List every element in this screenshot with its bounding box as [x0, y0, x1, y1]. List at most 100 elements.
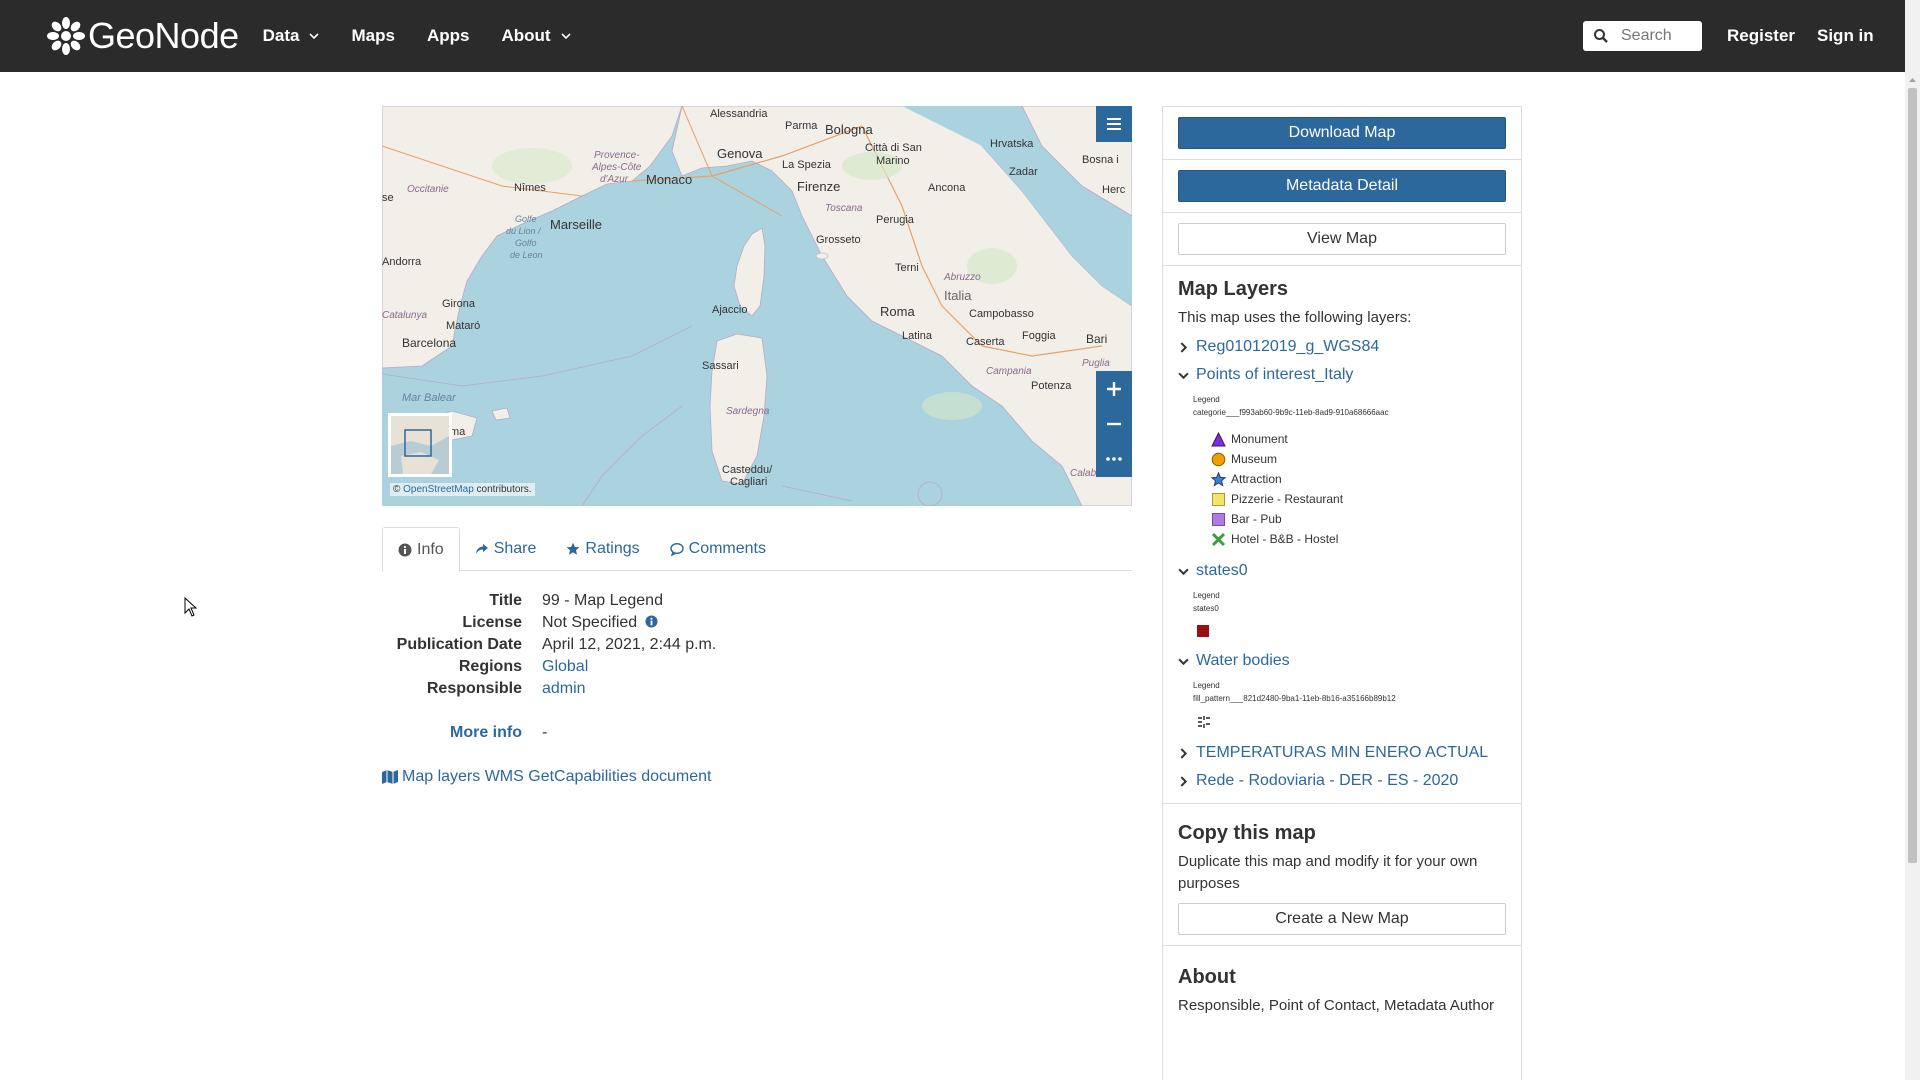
nav-data[interactable]: Data: [263, 26, 320, 46]
map-label: Marseille: [550, 217, 603, 232]
map-label: Sardegna: [726, 406, 770, 417]
map-label: Toscana: [825, 203, 863, 214]
layer-item[interactable]: Reg01012019_g_WGS84: [1178, 333, 1506, 361]
layer-item[interactable]: Rede - Rodoviaria - DER - ES - 2020: [1178, 767, 1506, 795]
layer-item[interactable]: Water bodies: [1178, 647, 1506, 675]
chevron-down-icon: [1178, 568, 1189, 575]
map-label: Italia: [944, 288, 972, 303]
layer-item[interactable]: Points of interest_Italy: [1178, 361, 1506, 389]
scroll-up-arrow-icon[interactable]: [1905, 72, 1920, 88]
openstreetmap-link[interactable]: OpenStreetMap: [403, 484, 474, 495]
tab-info[interactable]: Info: [382, 527, 460, 572]
map-label: d'Azur: [600, 174, 629, 185]
map-more-button[interactable]: [1096, 441, 1132, 477]
layer-item[interactable]: TEMPERATURAS MIN ENERO ACTUAL: [1178, 739, 1506, 767]
map-label: Bosna i: [1082, 154, 1119, 166]
map-label: se: [382, 192, 394, 204]
map-label: Casteddu/: [722, 464, 773, 476]
plus-icon: [1107, 382, 1121, 396]
legend-item: Museum: [1211, 449, 1506, 469]
info-key: License: [462, 614, 522, 631]
nav-maps[interactable]: Maps: [351, 26, 394, 46]
layer-link[interactable]: Points of interest_Italy: [1196, 366, 1353, 384]
overview-minimap[interactable]: [388, 413, 452, 477]
download-map-button[interactable]: Download Map: [1178, 117, 1506, 149]
map-layers-menu-button[interactable]: [1096, 106, 1132, 142]
info-row-more-info: More info -: [382, 722, 1132, 744]
responsible-link[interactable]: admin: [542, 680, 586, 697]
layer-link[interactable]: states0: [1196, 562, 1248, 580]
zoom-in-button[interactable]: [1096, 371, 1132, 407]
share-icon: [475, 544, 488, 554]
map-layers-title: Map Layers: [1178, 278, 1289, 300]
map-label: Campobasso: [969, 308, 1034, 320]
search-icon[interactable]: [1593, 28, 1609, 44]
map-label: Potenza: [1031, 380, 1072, 392]
tab-comments[interactable]: Comments: [655, 527, 781, 571]
page-scrollbar[interactable]: [1905, 0, 1920, 1080]
nav-about[interactable]: About: [501, 26, 571, 46]
view-map-button[interactable]: View Map: [1178, 223, 1506, 255]
layer-item[interactable]: states0: [1178, 557, 1506, 585]
brand[interactable]: GeoNode: [46, 15, 239, 57]
legend-items: Monument Museum Attraction Pizzerie - Re…: [1211, 429, 1506, 549]
layer-link[interactable]: Rede - Rodoviaria - DER - ES - 2020: [1196, 772, 1458, 790]
comment-icon: [669, 542, 684, 556]
map-label: Herc: [1102, 184, 1126, 196]
map-label: Perugia: [876, 214, 914, 226]
search-input[interactable]: [1621, 27, 1701, 45]
region-link[interactable]: Global: [542, 658, 588, 675]
signin-link[interactable]: Sign in: [1817, 0, 1874, 72]
about-section: About Responsible, Point of Contact, Met…: [1163, 946, 1521, 1028]
legend-item-label: Museum: [1231, 451, 1278, 466]
chevron-down-icon: [1178, 658, 1189, 665]
nav-apps[interactable]: Apps: [427, 26, 470, 46]
metadata-detail-button[interactable]: Metadata Detail: [1178, 170, 1506, 202]
map-label: Barcelona: [402, 336, 457, 350]
nav-apps-label: Apps: [426, 26, 470, 45]
layer-link[interactable]: Water bodies: [1196, 652, 1290, 670]
map-label: Città di San: [865, 142, 922, 154]
info-row-responsible: Responsible admin: [382, 678, 1132, 700]
copy-map-title: Copy this map: [1178, 822, 1316, 844]
map-icon: [382, 770, 398, 784]
layer-legend: Legend categorie___f993ab60-9b9c-11eb-8a…: [1193, 393, 1506, 549]
map-label: Puglia: [1082, 358, 1110, 369]
wms-getcapabilities-link[interactable]: Map layers WMS GetCapabilities document: [382, 768, 711, 786]
star-icon: [566, 542, 580, 555]
map-label: de Leon: [510, 250, 543, 260]
legend-item-label: Pizzerie - Restaurant: [1231, 491, 1344, 506]
legend-item-label: Bar - Pub: [1231, 511, 1282, 526]
tab-share[interactable]: Share: [460, 527, 552, 571]
tab-comments-label: Comments: [688, 540, 766, 557]
more-info-link[interactable]: More info: [450, 724, 522, 741]
legend-id: states0: [1193, 604, 1219, 613]
info-circle-icon[interactable]: [645, 615, 658, 628]
scroll-thumb[interactable]: [1908, 88, 1917, 863]
search-box: [1583, 21, 1702, 51]
map-layers-desc: This map uses the following layers:: [1178, 309, 1412, 326]
copy-map-desc: Duplicate this map and modify it for you…: [1178, 853, 1478, 892]
download-section: Download Map: [1163, 107, 1521, 160]
create-new-map-button[interactable]: Create a New Map: [1178, 903, 1506, 935]
hamburger-icon: [1107, 118, 1121, 130]
chevron-down-icon: [1178, 372, 1189, 379]
chevron-right-icon: [1180, 775, 1188, 787]
layer-legend: Legend states0: [1193, 589, 1506, 639]
map-layers-section: Map Layers This map uses the following l…: [1163, 266, 1521, 804]
tab-ratings[interactable]: Ratings: [551, 527, 654, 571]
map-label: Mataró: [446, 320, 481, 332]
navbar: GeoNode Data Maps Apps About Register Si…: [0, 0, 1905, 72]
legend-item: Monument: [1211, 429, 1506, 449]
tab-info-label: Info: [417, 540, 444, 558]
layer-link[interactable]: Reg01012019_g_WGS84: [1196, 338, 1379, 356]
map-viewer[interactable]: Alessandria Parma Bologna Genova Città d…: [382, 106, 1132, 506]
layer-link[interactable]: TEMPERATURAS MIN ENERO ACTUAL: [1196, 744, 1488, 762]
layer-legend: Legend fill_pattern___821d2480-9ba1-11eb…: [1193, 679, 1506, 731]
zoom-out-button[interactable]: [1096, 406, 1132, 442]
tab-ratings-label: Ratings: [585, 540, 640, 557]
legend-item: Bar - Pub: [1211, 509, 1506, 529]
map-label: Foggia: [1022, 330, 1056, 342]
register-link[interactable]: Register: [1727, 0, 1795, 72]
map-label: Andorra: [382, 256, 422, 268]
